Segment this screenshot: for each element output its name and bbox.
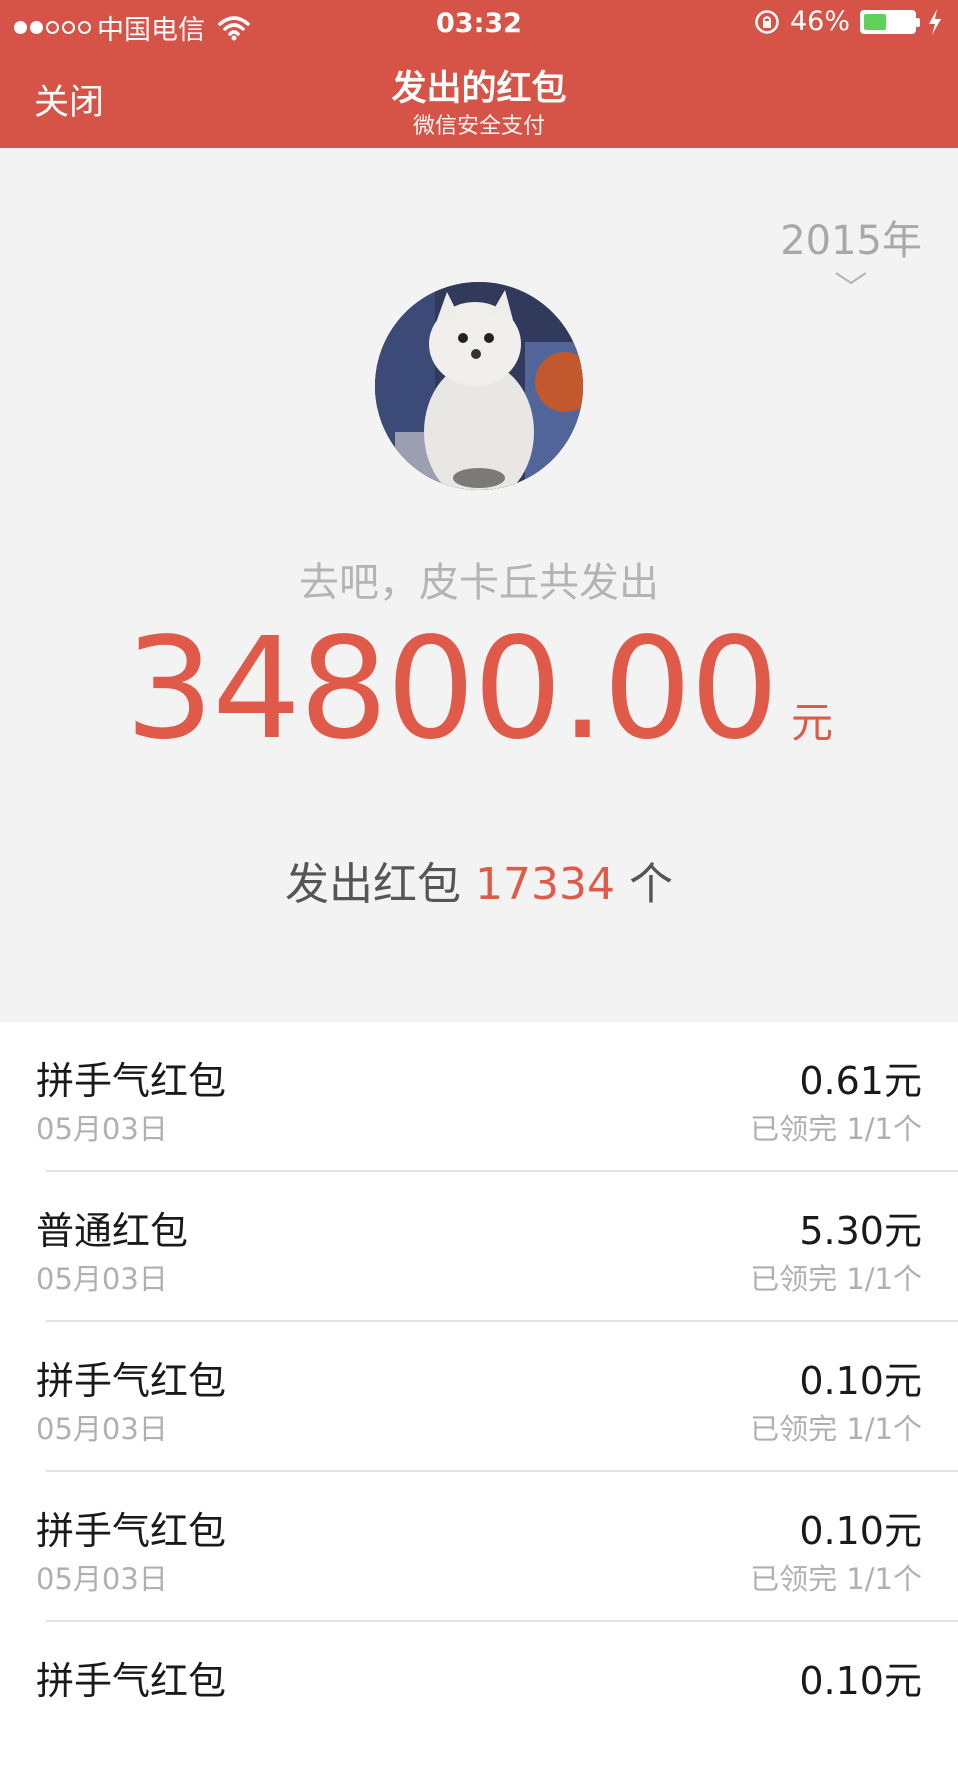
packet-type: 普通红包	[36, 1209, 189, 1253]
list-item[interactable]: 普通红包 05月03日 5.30元 已领完 1/1个	[0, 1172, 958, 1322]
list-item[interactable]: 拼手气红包 05月03日 0.10元 已领完 1/1个	[0, 1322, 958, 1472]
packet-amount: 0.10元	[799, 1509, 922, 1553]
nav-bar: 关闭 发出的红包 微信安全支付	[0, 48, 958, 148]
count-suffix: 个	[614, 859, 673, 910]
packet-status: 已领完 1/1个	[750, 1112, 922, 1146]
summary-panel: 2015年 去吧，皮卡丘共发出 34800.00 元 发出红包 17334 个	[0, 148, 958, 1022]
chevron-down-icon	[835, 272, 867, 285]
packet-amount: 0.10元	[799, 1659, 922, 1703]
status-bar: 中国电信 03:32 46%	[0, 0, 958, 48]
page-title: 发出的红包	[391, 69, 567, 109]
total-amount: 34800.00	[124, 608, 779, 771]
packet-type: 拼手气红包	[36, 1359, 227, 1403]
packet-amount: 0.10元	[799, 1359, 922, 1403]
count-prefix: 发出红包	[285, 859, 475, 910]
rotation-lock-icon	[755, 9, 779, 34]
packet-status: 已领完 1/1个	[750, 1412, 922, 1446]
avatar[interactable]	[375, 282, 583, 490]
year-selector[interactable]: 2015年	[780, 208, 922, 286]
list-item[interactable]: 拼手气红包 05月03日 0.61元 已领完 1/1个	[0, 1022, 958, 1172]
total-amount-row: 34800.00 元	[0, 608, 958, 771]
packet-status: 已领完 1/1个	[750, 1262, 922, 1296]
battery-fill	[864, 13, 887, 30]
list-item[interactable]: 拼手气红包 05月03日 0.10元 已领完 1/1个	[0, 1472, 958, 1622]
battery-icon	[860, 9, 920, 34]
list-item[interactable]: 拼手气红包 0.10元	[0, 1622, 958, 1772]
amount-unit: 元	[791, 698, 834, 747]
packet-type: 拼手气红包	[36, 1659, 227, 1703]
packet-amount: 5.30元	[799, 1209, 922, 1253]
charging-icon	[929, 8, 941, 35]
sender-caption: 去吧，皮卡丘共发出	[299, 560, 659, 606]
packet-type: 拼手气红包	[36, 1059, 227, 1103]
packet-type: 拼手气红包	[36, 1509, 227, 1553]
packet-date: 05月03日	[36, 1262, 168, 1296]
packet-date: 05月03日	[36, 1412, 168, 1446]
packet-count-row: 发出红包 17334 个	[0, 848, 958, 912]
battery-percent: 46%	[789, 6, 850, 37]
packet-amount: 0.61元	[799, 1059, 922, 1103]
page-subtitle: 微信安全支付	[412, 114, 545, 139]
packet-status: 已领完 1/1个	[750, 1562, 922, 1596]
dog-avatar-image	[375, 282, 583, 490]
packet-date: 05月03日	[36, 1562, 168, 1596]
year-label: 2015年	[780, 218, 922, 264]
packet-count: 17334	[475, 859, 615, 910]
packet-list: 拼手气红包 05月03日 0.61元 已领完 1/1个 普通红包 05月03日 …	[0, 1022, 958, 1772]
packet-date: 05月03日	[36, 1112, 168, 1146]
status-right: 46%	[754, 6, 944, 37]
